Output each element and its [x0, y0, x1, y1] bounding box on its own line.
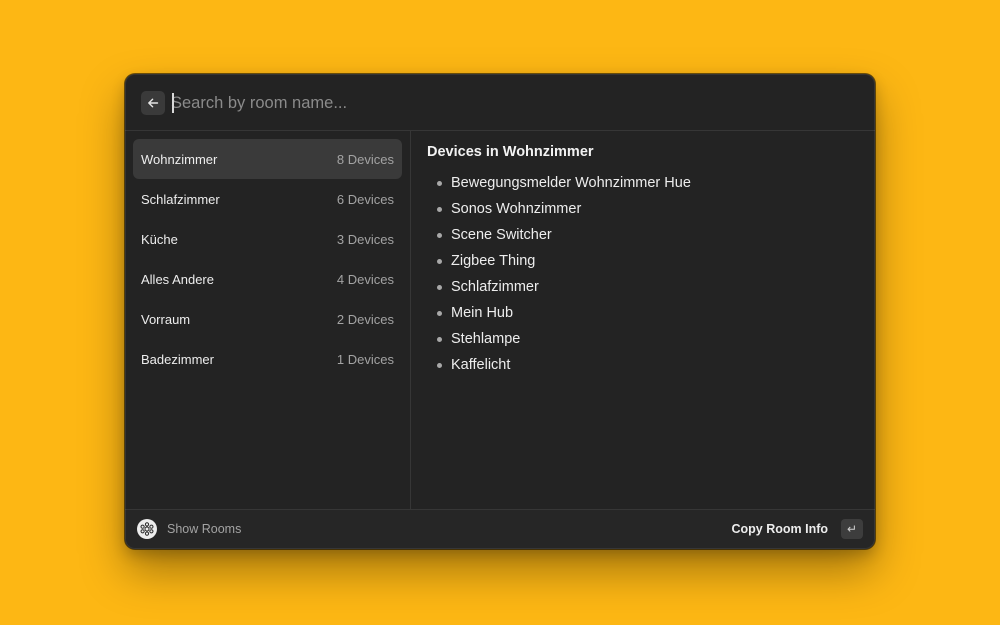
room-item-alles-andere[interactable]: Alles Andere 4 Devices	[133, 259, 402, 299]
list-item: Stehlampe	[427, 326, 691, 352]
device-name: Stehlampe	[451, 331, 521, 347]
room-item-kueche[interactable]: Küche 3 Devices	[133, 219, 402, 259]
device-name: Schlafzimmer	[451, 279, 539, 295]
list-item: Kaffelicht	[427, 352, 691, 378]
bullet-icon	[437, 310, 442, 316]
room-device-count: 4 Devices	[336, 271, 394, 287]
device-name: Kaffelicht	[451, 357, 511, 373]
room-device-count: 6 Devices	[336, 191, 394, 207]
search-bar	[125, 74, 875, 131]
room-name: Alles Andere	[141, 271, 214, 287]
bullet-icon	[437, 180, 442, 186]
room-device-count: 3 Devices	[336, 231, 394, 247]
text-cursor	[172, 93, 174, 113]
list-item: Schlafzimmer	[427, 274, 691, 300]
back-button[interactable]	[141, 91, 165, 115]
bullet-icon	[437, 362, 442, 368]
device-name: Mein Hub	[451, 305, 514, 321]
room-detail-panel: Devices in Wohnzimmer Bewegungsmelder Wo…	[411, 131, 875, 509]
device-name: Sonos Wohnzimmer	[451, 201, 582, 217]
action-footer: Show Rooms Copy Room Info ↵	[125, 509, 875, 549]
room-name: Wohnzimmer	[141, 151, 218, 167]
bullet-icon	[437, 258, 442, 264]
device-name: Zigbee Thing	[451, 253, 536, 269]
room-list: Wohnzimmer 8 Devices Schlafzimmer 6 Devi…	[125, 131, 411, 509]
bullet-icon	[437, 284, 442, 290]
room-item-schlafzimmer[interactable]: Schlafzimmer 6 Devices	[133, 179, 402, 219]
room-item-badezimmer[interactable]: Badezimmer 1 Devices	[133, 339, 402, 379]
list-item: Sonos Wohnzimmer	[427, 196, 691, 222]
room-name: Badezimmer	[141, 351, 214, 367]
bullet-icon	[437, 206, 442, 212]
device-name: Bewegungsmelder Wohnzimmer Hue	[451, 175, 691, 191]
enter-key-icon[interactable]: ↵	[841, 519, 863, 539]
list-item: Scene Switcher	[427, 222, 691, 248]
hue-bridge-icon	[137, 519, 157, 539]
room-item-vorraum[interactable]: Vorraum 2 Devices	[133, 299, 402, 339]
list-item: Mein Hub	[427, 300, 691, 326]
bullet-icon	[437, 232, 442, 238]
copy-room-info-action[interactable]: Copy Room Info	[731, 522, 828, 536]
bullet-icon	[437, 336, 442, 342]
arrow-left-icon	[148, 98, 159, 108]
device-name: Scene Switcher	[451, 227, 552, 243]
footer-title: Show Rooms	[167, 522, 242, 536]
room-device-count: 8 Devices	[336, 151, 394, 167]
list-item: Zigbee Thing	[427, 248, 691, 274]
detail-title: Devices in Wohnzimmer	[427, 144, 594, 160]
room-name: Schlafzimmer	[141, 191, 220, 207]
room-device-count: 1 Devices	[336, 351, 394, 367]
list-item: Bewegungsmelder Wohnzimmer Hue	[427, 170, 691, 196]
room-item-wohnzimmer[interactable]: Wohnzimmer 8 Devices	[133, 139, 402, 179]
room-name: Vorraum	[141, 311, 191, 327]
device-list: Bewegungsmelder Wohnzimmer Hue Sonos Woh…	[427, 170, 691, 378]
search-input[interactable]	[171, 88, 831, 118]
room-name: Küche	[141, 231, 178, 247]
room-device-count: 2 Devices	[336, 311, 394, 327]
command-window: Wohnzimmer 8 Devices Schlafzimmer 6 Devi…	[125, 74, 875, 549]
